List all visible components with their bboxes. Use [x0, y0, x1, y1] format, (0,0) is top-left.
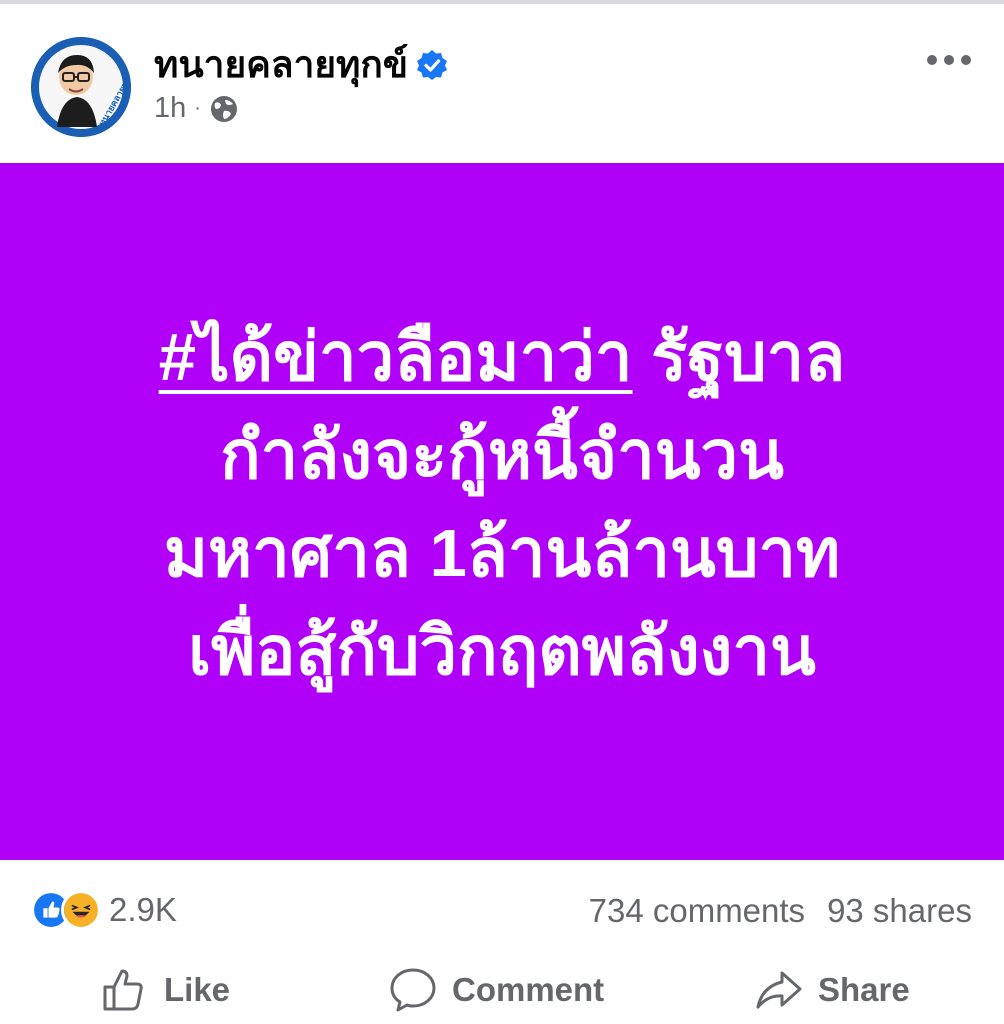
- meta-separator: ·: [194, 97, 201, 119]
- like-button[interactable]: Like: [100, 960, 230, 1020]
- post-actions: Like Comment Share: [0, 960, 1004, 1020]
- like-icon: [103, 969, 143, 1011]
- avatar[interactable]: ทนายคลายทุกข์: [31, 37, 131, 137]
- reactions-summary[interactable]: 2.9K: [31, 890, 177, 930]
- shares-count[interactable]: 93 shares: [827, 892, 972, 929]
- post-text: #ได้ข่าวลือมาว่า รัฐบาล กำลังจะกู้หนี้จำ…: [159, 309, 846, 701]
- post-line-4: เพื่อสู้กับวิกฤตพลังงาน: [188, 613, 816, 689]
- engagement-stats: 2.9K 734 comments 93 shares: [0, 882, 1004, 938]
- like-label: Like: [164, 971, 231, 1008]
- share-button[interactable]: Share: [754, 960, 910, 1020]
- verified-badge-icon: [417, 50, 448, 80]
- post-line-2: กำลังจะกู้หนี้จำนวน: [220, 417, 784, 493]
- reactions-count: 2.9K: [109, 891, 177, 928]
- post-time[interactable]: 1h: [154, 92, 186, 125]
- post-line-1-rest: รัฐบาล: [632, 319, 846, 395]
- comment-button[interactable]: Comment: [388, 960, 604, 1020]
- comments-count[interactable]: 734 comments: [589, 892, 805, 929]
- comment-label: Comment: [452, 971, 605, 1008]
- author-name[interactable]: ทนายคลายทุกข์: [154, 42, 408, 88]
- top-divider: [0, 0, 1004, 4]
- share-label: Share: [818, 971, 910, 1008]
- post-meta: 1h ·: [154, 92, 239, 125]
- post-line-1: #ได้ข่าวลือมาว่า รัฐบาล: [159, 309, 846, 407]
- author-row: ทนายคลายทุกข์: [154, 42, 448, 88]
- share-icon: [756, 971, 802, 1009]
- hashtag-link[interactable]: #ได้ข่าวลือมาว่า: [159, 320, 633, 395]
- more-icon[interactable]: [925, 50, 973, 70]
- globe-icon[interactable]: [209, 94, 239, 124]
- comment-share-counts: 734 comments 93 shares: [589, 892, 972, 930]
- post-line-3: มหาศาล 1ล้านล้านบาท: [163, 515, 841, 591]
- comment-icon: [390, 968, 436, 1012]
- post-content-banner: #ได้ข่าวลือมาว่า รัฐบาล กำลังจะกู้หนี้จำ…: [0, 163, 1004, 860]
- haha-reaction-icon: [61, 890, 101, 930]
